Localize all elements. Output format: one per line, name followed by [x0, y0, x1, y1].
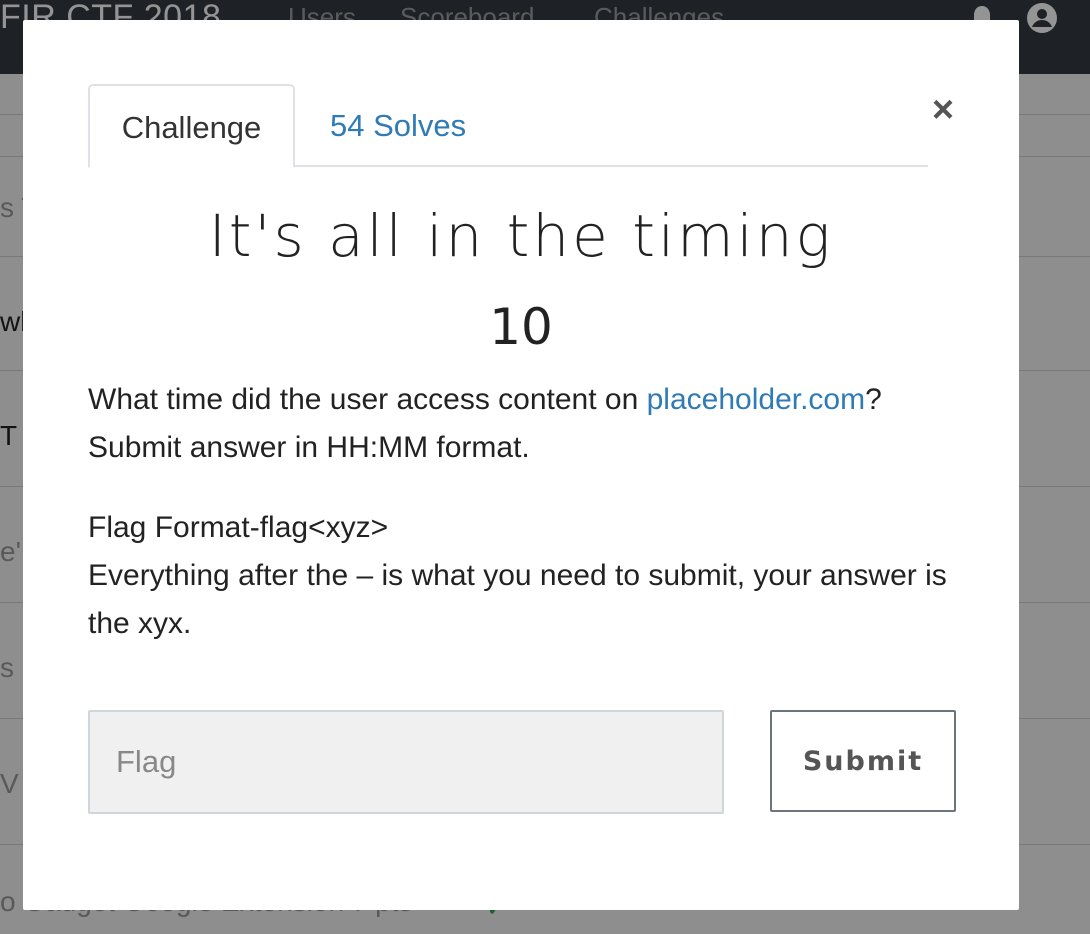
description-line: Everything after the – is what you need …: [88, 559, 947, 640]
description-line: Submit answer in HH:MM format.: [88, 431, 530, 464]
modal-tabs: Challenge 54 Solves: [88, 84, 928, 168]
submit-button[interactable]: Submit: [770, 710, 956, 812]
challenge-points: 10: [489, 298, 553, 356]
challenge-modal: Challenge 54 Solves × It's all in the ti…: [23, 20, 1019, 910]
description-text: What time did the user access content on: [88, 383, 647, 416]
challenge-title: It's all in the timing: [208, 202, 834, 270]
challenge-description: What time did the user access content on…: [88, 376, 968, 648]
flag-input[interactable]: [88, 710, 724, 814]
tab-solves[interactable]: 54 Solves: [330, 84, 466, 168]
close-button[interactable]: ×: [921, 90, 965, 130]
description-line: Flag Format-flag<xyz>: [88, 511, 389, 544]
placeholder-link[interactable]: placeholder.com: [647, 383, 865, 416]
description-line: What time did the user access content on…: [88, 376, 968, 424]
tab-challenge[interactable]: Challenge: [88, 84, 295, 168]
description-text: ?: [865, 383, 882, 416]
